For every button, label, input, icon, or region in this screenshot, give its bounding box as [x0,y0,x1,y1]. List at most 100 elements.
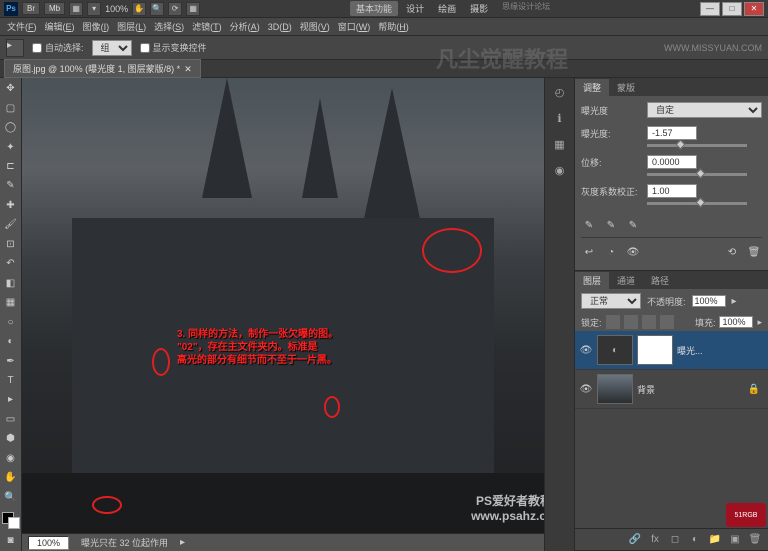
menu-edit[interactable]: 编辑(E) [42,18,78,35]
move-tool[interactable]: ✥ [2,80,20,97]
arrange-icon[interactable]: ▾ [87,2,101,16]
path-select-tool[interactable]: ▸ [2,391,20,408]
bridge-button[interactable]: Br [22,2,40,15]
tab-channels[interactable]: 通道 [609,272,643,289]
blend-mode-select[interactable]: 正常 [581,293,641,309]
zoom-indicator[interactable]: 100% [105,4,128,14]
menu-analysis[interactable]: 分析(A) [227,18,263,35]
stamp-tool[interactable]: ⊡ [2,236,20,253]
quick-mask-tool[interactable]: ◙ [2,531,20,548]
visibility-icon[interactable]: 👁 [579,382,593,396]
type-tool[interactable]: T [2,372,20,389]
hand-tool[interactable]: ✋ [2,469,20,486]
canvas[interactable]: 3. 同样的方法，制作一张欠曝的图。 "02"，存在主文件夹内。标准是 高光的部… [22,78,574,533]
marquee-tool[interactable]: ▢ [2,99,20,116]
3d-tool[interactable]: ⬢ [2,430,20,447]
menu-image[interactable]: 图像(I) [80,18,113,35]
window-maximize[interactable]: □ [722,2,742,16]
gradient-tool[interactable]: ▦ [2,294,20,311]
lock-position-icon[interactable] [642,315,656,329]
close-icon[interactable]: ✕ [184,64,192,74]
gamma-input[interactable] [647,184,697,198]
exposure-input[interactable] [647,126,697,140]
eraser-tool[interactable]: ◧ [2,275,20,292]
crop-tool[interactable]: ⊏ [2,158,20,175]
menu-filter[interactable]: 滤镜(T) [189,18,225,35]
lock-pixels-icon[interactable] [624,315,638,329]
menu-select[interactable]: 选择(S) [151,18,187,35]
layer-row[interactable]: 👁 ◐ 曝光... [575,331,768,370]
info-icon[interactable]: ℹ [550,108,570,128]
document-tab[interactable]: 原图.jpg @ 100% (曝光度 1, 图层蒙版/8) *✕ [4,59,201,78]
delete-icon[interactable]: 🗑 [748,533,762,547]
chevron-icon[interactable]: ▸ [732,296,737,307]
adjustment-icon[interactable]: ◐ [688,533,702,547]
ws-tab-design[interactable]: 设计 [400,1,430,16]
chevron-icon[interactable]: ▸ [757,317,762,328]
background-color[interactable] [8,517,20,529]
exposure-slider[interactable] [647,144,747,147]
blur-tool[interactable]: ○ [2,313,20,330]
show-transform-checkbox[interactable]: 显示变换控件 [140,41,207,54]
window-close[interactable]: ✕ [744,2,764,16]
eyedropper-tool[interactable]: ✎ [2,177,20,194]
auto-select-mode[interactable]: 组 [92,40,132,56]
adjustment-layer-thumb[interactable]: ◐ [597,335,633,365]
layer-thumb[interactable] [597,374,633,404]
eyedropper-gray-icon[interactable]: ✎ [603,217,619,233]
fx-icon[interactable]: fx [648,533,662,547]
lasso-tool[interactable]: ◯ [2,119,20,136]
menu-file[interactable]: 文件(F) [4,18,40,35]
eyedropper-black-icon[interactable]: ✎ [581,217,597,233]
auto-select-checkbox[interactable]: 自动选择: [32,41,84,54]
menu-window[interactable]: 窗口(W) [335,18,374,35]
mask-icon[interactable]: ◻ [668,533,682,547]
ws-tab-photo[interactable]: 摄影 [464,1,494,16]
menu-3d[interactable]: 3D(D) [265,20,295,34]
layer-name[interactable]: 背景 [637,383,655,396]
lock-transparency-icon[interactable] [606,315,620,329]
adj-reset-icon[interactable]: ⟲ [724,244,740,260]
offset-input[interactable] [647,155,697,169]
history-brush-tool[interactable]: ↶ [2,255,20,272]
gamma-slider[interactable] [647,202,747,205]
ws-tab-painting[interactable]: 绘画 [432,1,462,16]
dodge-tool[interactable]: ◐ [2,333,20,350]
new-layer-icon[interactable]: ▣ [728,533,742,547]
adj-view-icon[interactable]: 👁 [625,244,641,260]
3d-camera-tool[interactable]: ◉ [2,450,20,467]
eyedropper-white-icon[interactable]: ✎ [625,217,641,233]
status-chevron-icon[interactable]: ▸ [180,537,185,548]
adj-clip-icon[interactable]: ◔ [603,244,619,260]
pen-tool[interactable]: ✒ [2,352,20,369]
hand-icon[interactable]: ✋ [132,2,146,16]
zoom-icon[interactable]: 🔍 [150,2,164,16]
extras-icon[interactable]: ▦ [186,2,200,16]
visibility-icon[interactable]: 👁 [579,343,593,357]
layer-mask-thumb[interactable] [637,335,673,365]
ws-tab-essentials[interactable]: 基本功能 [350,1,398,16]
exposure-preset[interactable]: 自定 [647,102,762,118]
color-icon[interactable]: ◉ [550,160,570,180]
opacity-input[interactable] [692,295,726,307]
tab-adjustments[interactable]: 调整 [575,79,609,96]
group-icon[interactable]: 📁 [708,533,722,547]
link-icon[interactable]: 🔗 [628,533,642,547]
zoom-tool[interactable]: 🔍 [2,489,20,506]
adj-return-icon[interactable]: ↩ [581,244,597,260]
offset-slider[interactable] [647,173,747,176]
menu-layer[interactable]: 图层(L) [114,18,149,35]
heal-tool[interactable]: ✚ [2,197,20,214]
tab-paths[interactable]: 路径 [643,272,677,289]
window-minimize[interactable]: — [700,2,720,16]
swatches-icon[interactable]: ▦ [550,134,570,154]
rotate-icon[interactable]: ⟳ [168,2,182,16]
layer-row[interactable]: 👁 背景 🔒 [575,370,768,409]
history-icon[interactable]: ◴ [550,82,570,102]
tab-layers[interactable]: 图层 [575,272,609,289]
menu-view[interactable]: 视图(V) [297,18,333,35]
brush-tool[interactable]: 🖌 [2,216,20,233]
shape-tool[interactable]: ▭ [2,411,20,428]
screen-mode-icon[interactable]: ▦ [69,2,83,16]
wand-tool[interactable]: ✦ [2,138,20,155]
